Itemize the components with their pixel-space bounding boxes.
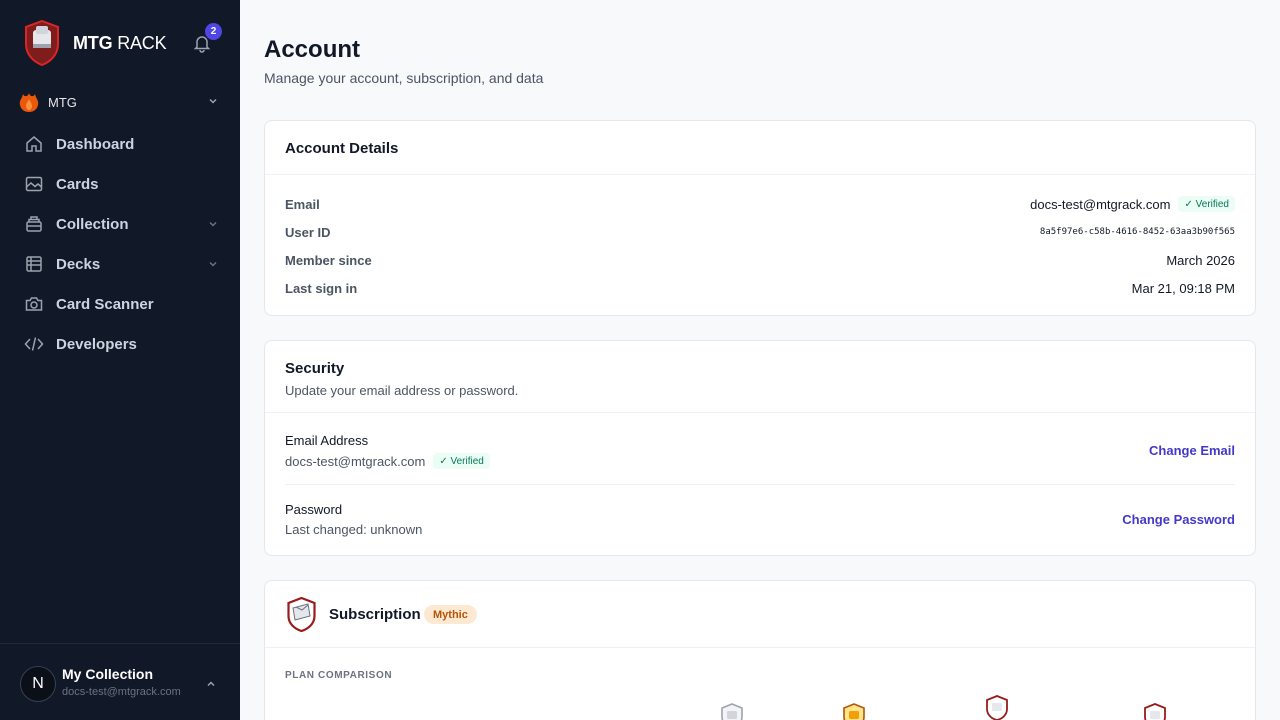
main-nav: Dashboard Cards Collection Decks Card Sc… — [0, 124, 240, 364]
card-header: Account Details — [265, 121, 1255, 175]
chevron-up-icon — [207, 681, 215, 687]
row-label: Member since — [285, 252, 372, 268]
notification-count-badge: 2 — [205, 23, 222, 40]
user-name: My Collection — [62, 666, 154, 682]
nav-label: Collection — [56, 215, 129, 233]
row-label: User ID — [285, 224, 331, 240]
security-password-row: Password Last changed: unknown Change Pa… — [285, 502, 1235, 537]
verified-badge: ✓ Verified — [1178, 196, 1235, 212]
main-content: Account Manage your account, subscriptio… — [240, 0, 1280, 720]
account-email-value: docs-test@mtgrack.com — [1030, 196, 1171, 212]
mtg-rack-logo-icon — [25, 20, 59, 66]
change-password-button[interactable]: Change Password — [1122, 512, 1235, 527]
plan-comparison-label: PLAN COMPARISON — [285, 670, 393, 681]
user-id-value: 8a5f97e6-c58b-4616-8452-63aa3b90f565 — [1039, 227, 1235, 237]
account-row-email: Email docs-test@mtgrack.com ✓ Verified — [285, 195, 1235, 213]
avatar: N — [20, 666, 56, 702]
security-email-row: Email Address docs-test@mtgrack.com ✓ Ve… — [285, 433, 1235, 469]
card-header: Security Update your email address or pa… — [265, 341, 1255, 413]
sidebar: MTG RACK 2 MTG Dashboard Cards Collectio… — [0, 0, 240, 720]
member-since-value: March 2026 — [1166, 252, 1235, 268]
brand[interactable]: MTG RACK — [24, 20, 167, 66]
mtg-flame-icon — [19, 93, 39, 112]
user-email: docs-test@mtgrack.com — [62, 686, 181, 698]
free-tier-shield-icon — [721, 703, 743, 720]
home-icon — [26, 136, 42, 152]
nav-item-decks[interactable]: Decks — [0, 244, 240, 284]
nav-label: Developers — [56, 335, 137, 353]
code-icon — [24, 337, 44, 351]
account-row-member-since: Member since March 2026 — [285, 251, 1235, 269]
deck-icon — [26, 256, 42, 272]
divider — [285, 484, 1235, 485]
game-selector-label: MTG — [48, 94, 77, 110]
account-row-last-sign-in: Last sign in Mar 21, 09:18 PM — [285, 279, 1235, 297]
row-label: Email — [285, 196, 320, 212]
security-email-value: docs-test@mtgrack.com — [285, 453, 426, 469]
nav-item-cards[interactable]: Cards — [0, 164, 240, 204]
nav-label: Dashboard — [56, 135, 135, 153]
nav-label: Cards — [56, 175, 99, 193]
nav-item-card-scanner[interactable]: Card Scanner — [0, 284, 240, 324]
gold-tier-shield-icon — [843, 703, 865, 720]
row-label: Password — [285, 502, 343, 517]
row-label: Last sign in — [285, 280, 358, 296]
user-menu[interactable]: N My Collection docs-test@mtgrack.com — [0, 643, 240, 720]
rare-tier-shield-icon — [986, 695, 1008, 720]
brand-name: MTG RACK — [73, 32, 167, 53]
last-sign-in-value: Mar 21, 09:18 PM — [1131, 280, 1235, 296]
verified-badge: ✓ Verified — [433, 453, 490, 469]
camera-icon — [25, 297, 43, 311]
chevron-down-icon — [209, 221, 217, 227]
collection-icon — [26, 216, 42, 232]
image-icon — [25, 176, 43, 192]
tier-badge: Mythic — [424, 605, 477, 624]
card-title: Account Details — [285, 140, 399, 157]
password-last-changed: Last changed: unknown — [285, 522, 423, 537]
page-subtitle: Manage your account, subscription, and d… — [264, 70, 544, 86]
account-details-card: Account Details Email docs-test@mtgrack.… — [264, 120, 1256, 316]
game-selector[interactable]: MTG — [18, 90, 222, 114]
nav-item-collection[interactable]: Collection — [0, 204, 240, 244]
chevron-down-icon — [209, 261, 217, 267]
nav-item-developers[interactable]: Developers — [0, 324, 240, 364]
card-header: Subscription Mythic — [265, 581, 1255, 648]
mythic-shield-icon — [287, 597, 316, 632]
security-card: Security Update your email address or pa… — [264, 340, 1256, 556]
chevron-down-icon — [209, 98, 217, 104]
subscription-card: Subscription Mythic PLAN COMPARISON — [264, 580, 1256, 720]
nav-label: Decks — [56, 255, 101, 273]
card-description: Update your email address or password. — [285, 383, 519, 398]
card-title: Security — [285, 360, 345, 377]
mythic-tier-shield-icon — [1144, 703, 1166, 720]
change-email-button[interactable]: Change Email — [1149, 443, 1235, 458]
page-title: Account — [264, 36, 360, 63]
nav-item-dashboard[interactable]: Dashboard — [0, 124, 240, 164]
account-row-user-id: User ID 8a5f97e6-c58b-4616-8452-63aa3b90… — [285, 223, 1235, 241]
row-label: Email Address — [285, 433, 369, 448]
card-title: Subscription — [329, 606, 421, 623]
nav-label: Card Scanner — [56, 295, 154, 313]
